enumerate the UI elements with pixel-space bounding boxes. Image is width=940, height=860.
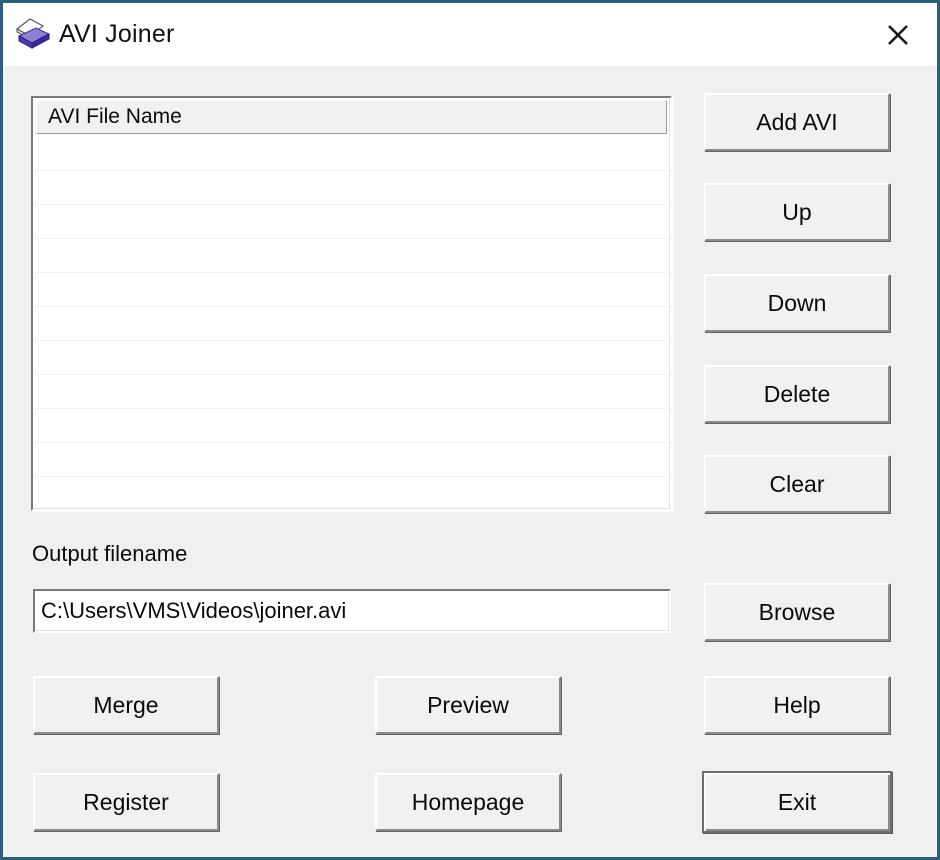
preview-button[interactable]: Preview	[375, 676, 561, 734]
list-item[interactable]	[35, 409, 668, 443]
output-filename-label: Output filename	[32, 541, 188, 566]
merge-button[interactable]: Merge	[33, 676, 219, 734]
list-item[interactable]	[35, 273, 668, 307]
column-header-avi-file-name[interactable]: AVI File Name	[36, 100, 667, 134]
move-down-button[interactable]: Down	[704, 274, 890, 332]
exit-button[interactable]: Exit	[702, 771, 892, 833]
list-item[interactable]	[35, 307, 668, 341]
delete-button[interactable]: Delete	[704, 365, 890, 423]
output-filename-input[interactable]	[33, 589, 671, 633]
title-bar: AVI Joiner	[3, 3, 937, 67]
list-rows	[35, 137, 668, 507]
close-button[interactable]	[867, 11, 929, 59]
list-item[interactable]	[35, 375, 668, 409]
list-item[interactable]	[35, 239, 668, 273]
window-title: AVI Joiner	[59, 20, 175, 48]
avi-file-list[interactable]: AVI File Name	[31, 96, 672, 511]
list-item[interactable]	[35, 341, 668, 375]
list-item[interactable]	[35, 171, 668, 205]
list-header-row: AVI File Name	[33, 98, 670, 134]
list-item[interactable]	[35, 443, 668, 477]
client-area: AVI File Name Add AVI Up Down Delete Cle…	[3, 66, 937, 857]
app-window: AVI Joiner AVI File Name Add AVI Up Down…	[0, 0, 940, 860]
clear-button[interactable]: Clear	[704, 455, 890, 513]
browse-button[interactable]: Browse	[704, 583, 890, 641]
list-item[interactable]	[35, 205, 668, 239]
close-icon	[883, 20, 913, 50]
list-item[interactable]	[35, 137, 668, 171]
add-avi-button[interactable]: Add AVI	[704, 93, 890, 151]
move-up-button[interactable]: Up	[704, 183, 890, 241]
homepage-button[interactable]: Homepage	[375, 773, 561, 831]
register-button[interactable]: Register	[33, 773, 219, 831]
avi-joiner-icon	[13, 17, 51, 51]
help-button[interactable]: Help	[704, 676, 890, 734]
